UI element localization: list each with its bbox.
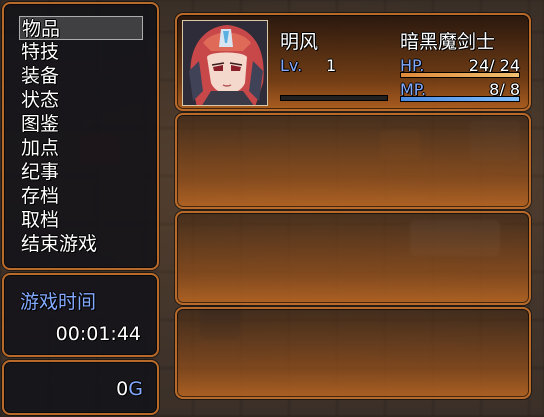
- menu-item-label: 物品: [22, 18, 61, 40]
- hp-gauge-fill: [401, 73, 519, 77]
- actor-class: 暗黑魔剑士: [400, 31, 496, 53]
- mp-gauge-fill: [401, 97, 519, 101]
- menu-item[interactable]: 存档: [19, 184, 143, 208]
- playtime-window: 游戏时间 00:01:44: [2, 273, 159, 357]
- actor-face-image: [183, 21, 267, 105]
- menu-item-label: 状态: [21, 89, 60, 111]
- menu-item-label: 图鉴: [21, 113, 60, 135]
- actor-portrait: [182, 20, 268, 106]
- party-slot-2[interactable]: [175, 113, 531, 209]
- gold-unit: G: [128, 378, 143, 400]
- menu-item[interactable]: 特技: [19, 40, 143, 64]
- menu-item-label: 特技: [21, 41, 60, 63]
- menu-item-label: 存档: [21, 185, 60, 207]
- menu-item[interactable]: 取档: [19, 208, 143, 232]
- menu-item-label: 取档: [21, 209, 60, 231]
- playtime-value: 00:01:44: [55, 323, 141, 345]
- menu-item-label: 结束游戏: [21, 233, 98, 255]
- level-value: 1: [326, 56, 337, 75]
- menu-item-label: 装备: [21, 65, 60, 87]
- menu-item[interactable]: 状态: [19, 88, 143, 112]
- playtime-label: 游戏时间: [20, 291, 97, 313]
- menu-item[interactable]: 结束游戏: [19, 232, 143, 256]
- exp-gauge: [280, 95, 388, 101]
- party-slot-4[interactable]: [175, 307, 531, 399]
- menu-item-label: 纪事: [21, 161, 60, 183]
- menu-item-label: 加点: [21, 137, 60, 159]
- level-label: Lv.: [280, 56, 303, 75]
- menu-item[interactable]: 装备: [19, 64, 143, 88]
- gold-window: 0G: [2, 360, 159, 415]
- actor-name: 明风: [280, 31, 319, 53]
- menu-item[interactable]: 加点: [19, 136, 143, 160]
- mp-gauge: [400, 96, 520, 102]
- menu-item[interactable]: 纪事: [19, 160, 143, 184]
- hp-gauge: [400, 72, 520, 78]
- gold-display: 0G: [116, 378, 143, 400]
- gold-amount: 0: [116, 378, 129, 400]
- party-slot-3[interactable]: [175, 211, 531, 305]
- menu-item[interactable]: 图鉴: [19, 112, 143, 136]
- menu-item[interactable]: 物品: [19, 16, 143, 40]
